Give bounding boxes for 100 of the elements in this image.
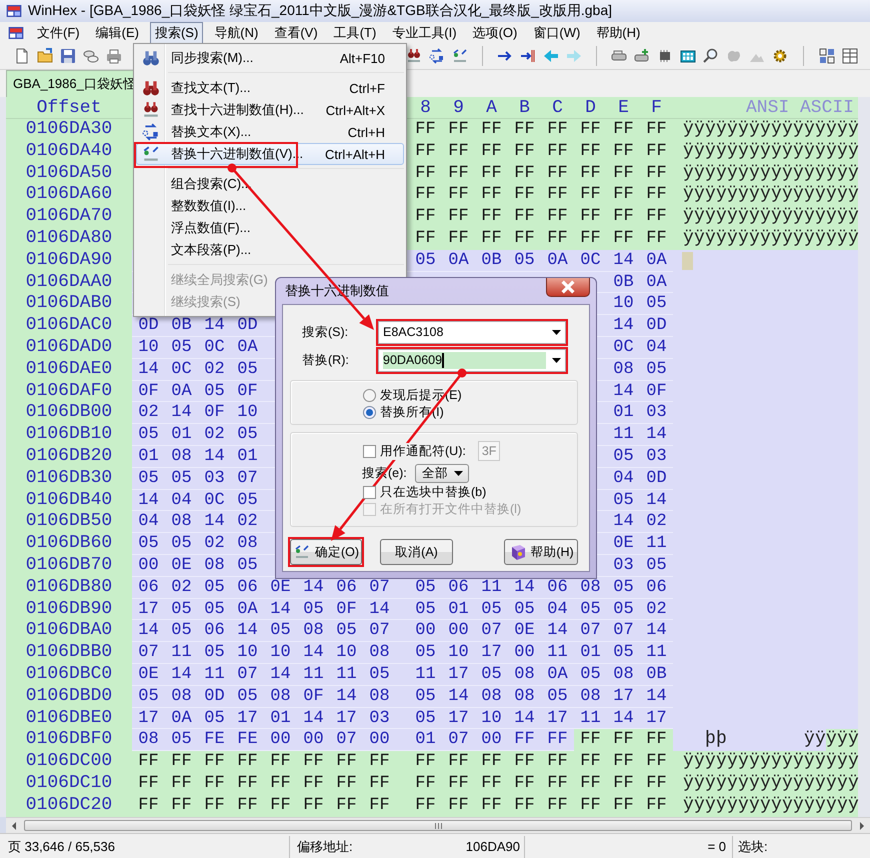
offset-label: 0106DC10 [26,772,112,795]
hex-byte: 05 [198,708,231,730]
replace-icon[interactable] [141,145,161,163]
cancel-button[interactable]: 取消(A) [380,539,453,565]
menu-item[interactable]: 文件(F) [32,22,85,44]
binoculars-icon[interactable] [141,49,161,67]
menu-item[interactable]: 选项(O) [468,22,522,44]
menu-item[interactable]: 导航(N) [209,22,264,44]
hex-byte: 05 [396,598,442,620]
hex-byte: FF [508,119,541,141]
jump-arrow-icon[interactable] [520,48,536,64]
hex-byte: 05 [396,686,442,708]
close-button[interactable] [546,278,590,297]
replace-icon[interactable] [141,123,161,141]
offset-label: 0106DBC0 [26,664,112,686]
menu-item[interactable]: 帮助(H) [591,22,646,44]
hex-byte: 00 [442,620,475,642]
hex-byte: FF [198,772,231,795]
document-icon[interactable] [14,48,30,64]
chip-icon[interactable] [657,48,673,64]
table-icon[interactable] [842,48,858,64]
menu-item[interactable]: 工具(T) [328,22,382,44]
binoculars-icon[interactable] [141,79,161,97]
close-icon [560,279,576,295]
hex-byte: 03 [607,554,640,577]
menu-item[interactable]: 查看(V) [269,22,323,44]
hex-byte: 05 [508,598,541,620]
binoculars-icon[interactable] [406,48,422,64]
offset-label: 0106DB90 [26,598,112,620]
hex-byte: 14 [607,315,640,337]
folder-icon[interactable] [37,48,53,64]
replace-icon[interactable] [452,48,468,64]
hex-byte: 14 [132,490,165,512]
horizontal-scrollbar[interactable] [6,817,870,833]
app-logo-icon [8,24,24,40]
hex-byte: FF [607,751,640,773]
grid-icon[interactable] [819,48,835,64]
hex-byte: 08 [132,729,165,752]
arrow-right-icon[interactable] [859,822,865,830]
hex-byte: FF [231,794,264,816]
offset-label: 0106DB40 [26,490,112,512]
checkbox[interactable] [363,486,376,499]
column-header: ANSI ASCII [746,97,854,118]
hex-byte: 14 [607,250,640,272]
hex-byte: FF [475,751,508,773]
calculator-icon[interactable] [680,48,696,64]
menu-item[interactable]: 专业工具(I) [387,22,462,44]
hex-byte: FF [640,794,673,816]
arrow-left-icon[interactable] [11,822,17,830]
hex-byte: 05 [231,686,264,708]
hex-byte: 14 [508,708,541,730]
offset-label: 0106DA70 [26,206,112,228]
checkbox[interactable] [363,444,376,458]
hex-byte: 10 [442,642,475,664]
hex-byte: 14 [442,686,475,708]
scope-dropdown[interactable]: 全部 [414,464,469,482]
menu-item[interactable]: 编辑(E) [90,22,144,44]
hex-byte: 14 [607,511,640,534]
hex-byte: 00 [396,620,442,642]
option-label: 在所有打开文件中替换(l) [380,501,522,518]
hex-byte: FF [475,794,508,816]
combo-box[interactable]: 90DA0609 [378,348,566,372]
offset-label: 0106DBB0 [26,642,112,664]
dropdown-arrow-icon[interactable] [552,330,561,334]
drive-add-icon[interactable] [634,48,650,64]
hex-byte: 06 [198,620,231,642]
radio-button[interactable] [363,389,376,402]
hex-byte: 05 [363,664,396,686]
dropdown-arrow-icon[interactable] [454,470,463,476]
printer-icon[interactable] [106,48,122,64]
hex-byte: 05 [640,358,673,381]
hex-byte: 11 [574,708,607,730]
disk-stack-icon[interactable] [83,48,99,64]
dropdown-arrow-icon[interactable] [552,358,561,362]
hex-byte: 0F [198,402,231,424]
hex-byte: 11 [330,664,363,686]
hex-byte: 05 [165,468,198,490]
option-label: 用作通配符(U): [380,442,466,460]
help-button[interactable]: 帮助(H) [504,539,578,565]
hex-byte: FF [541,184,574,206]
hex-byte: FF [541,119,574,141]
hex-byte: 00 [297,729,330,752]
menu-item[interactable]: 窗口(W) [528,22,586,44]
radio-button[interactable] [363,406,376,419]
field-label: 替换(R): [302,352,350,368]
ansi-text: ÿÿÿÿÿÿÿÿÿÿÿÿÿÿÿÿ [683,184,860,206]
menu-item[interactable]: 搜索(S) [150,22,204,44]
replace-icon[interactable] [429,48,445,64]
hex-byte: 14 [640,686,673,708]
offset-label: 0106DB10 [26,424,112,446]
hex-byte: FF [396,772,442,795]
settings-icon[interactable] [772,48,788,64]
hex-byte: FF [607,184,640,206]
hex-byte: 00 [363,729,396,752]
ok-button[interactable]: 确定(O) [290,539,362,565]
search-icon[interactable] [703,48,719,64]
hex-byte: 07 [442,729,475,752]
combo-box[interactable]: E8AC3108 [378,320,566,344]
hex-byte: 03 [198,468,231,490]
offset-label: 0106DB80 [26,576,112,599]
